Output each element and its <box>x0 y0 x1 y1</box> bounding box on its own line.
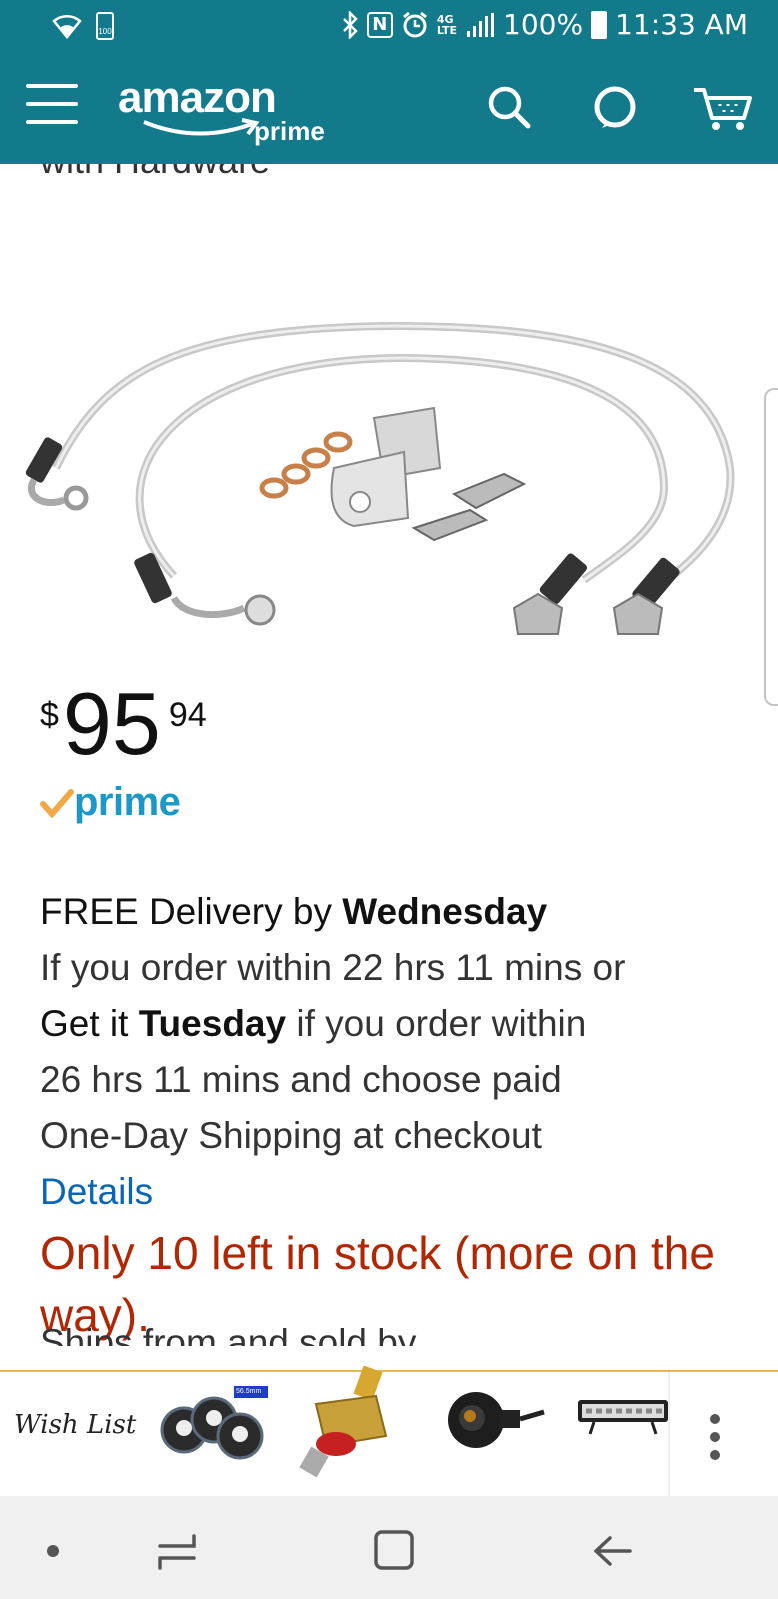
details-link[interactable]: Details <box>40 1164 760 1220</box>
more-options-icon[interactable] <box>668 1372 778 1498</box>
price-whole: 95 <box>62 674 161 773</box>
get-it-prefix: Get it <box>40 1003 139 1044</box>
side-panel-handle[interactable] <box>764 388 778 706</box>
delivery-day: Wednesday <box>342 891 548 932</box>
battery-saver-icon: 100 <box>96 12 114 40</box>
nfc-icon: N <box>366 11 393 38</box>
lte-icon: 4G LTE <box>436 12 458 37</box>
price: $ 95 94 <box>40 680 207 768</box>
clock: 11:33 AM <box>615 8 748 41</box>
nav-dot-icon[interactable] <box>28 1526 78 1576</box>
logo-word: amazon <box>118 73 277 122</box>
android-nav-bar <box>0 1496 778 1599</box>
wish-item-camera[interactable] <box>446 1384 546 1459</box>
status-bar: 100 N 4G LTE 100% 11:33 AM <box>0 0 778 56</box>
alarm-icon <box>401 11 429 39</box>
delivery-prefix: FREE Delivery by <box>40 891 343 932</box>
delivery-info: FREE Delivery by Wednesday If you order … <box>40 884 760 1346</box>
status-left: 100 <box>52 12 114 40</box>
delivery-line-3: Get it Tuesday if you order within <box>40 996 760 1052</box>
ships-from-fragment: Ships from and sold by <box>40 1322 417 1363</box>
delivery-line-5: One-Day Shipping at checkout <box>40 1115 542 1156</box>
wish-item-temp-sensor[interactable] <box>296 1365 406 1487</box>
status-right: N 4G LTE 100% 11:33 AM <box>341 8 748 41</box>
prime-badge: prime <box>40 780 181 825</box>
get-it-suffix: if you order within <box>286 1003 587 1044</box>
logo-prime: prime <box>254 116 325 146</box>
search-icon[interactable] <box>484 82 534 132</box>
wish-list-shelf: Wish List 56.5mm <box>0 1365 778 1498</box>
amazon-prime-logo[interactable]: amazon prime <box>118 73 325 147</box>
signal-icon <box>465 12 495 37</box>
delivery-line-1: FREE Delivery by Wednesday <box>40 884 760 940</box>
delivery-line-2: If you order within 22 hrs 11 mins or <box>40 947 626 988</box>
recent-apps-icon[interactable] <box>152 1526 202 1576</box>
price-symbol: $ <box>40 696 59 734</box>
home-icon[interactable] <box>370 1526 420 1576</box>
cart-icon[interactable] <box>692 82 756 132</box>
delivery-line-4: 26 hrs 11 mins and choose paid <box>40 1059 562 1100</box>
battery-percent: 100% <box>503 8 584 41</box>
prime-check-icon <box>40 788 74 818</box>
fast-delivery-day: Tuesday <box>138 1003 287 1044</box>
prime-label: prime <box>74 780 181 824</box>
wifi-icon <box>52 13 82 39</box>
battery-icon <box>591 10 608 39</box>
price-fraction: 94 <box>168 696 207 734</box>
battery-saver-label: 100 <box>98 27 112 36</box>
product-image[interactable] <box>24 318 754 640</box>
wish-item-skull-caps[interactable]: 56.5mm <box>156 1380 272 1469</box>
thumb-badge-label: 56.5mm <box>236 1388 262 1395</box>
back-icon[interactable] <box>588 1526 638 1576</box>
wish-item-light-bar[interactable] <box>574 1392 670 1447</box>
wish-list-label[interactable]: Wish List <box>14 1410 136 1440</box>
logo-smile-icon <box>143 118 260 136</box>
bluetooth-icon <box>341 10 359 39</box>
menu-icon[interactable] <box>26 84 78 128</box>
alexa-icon[interactable] <box>590 82 640 132</box>
app-header: amazon prime <box>0 56 778 164</box>
